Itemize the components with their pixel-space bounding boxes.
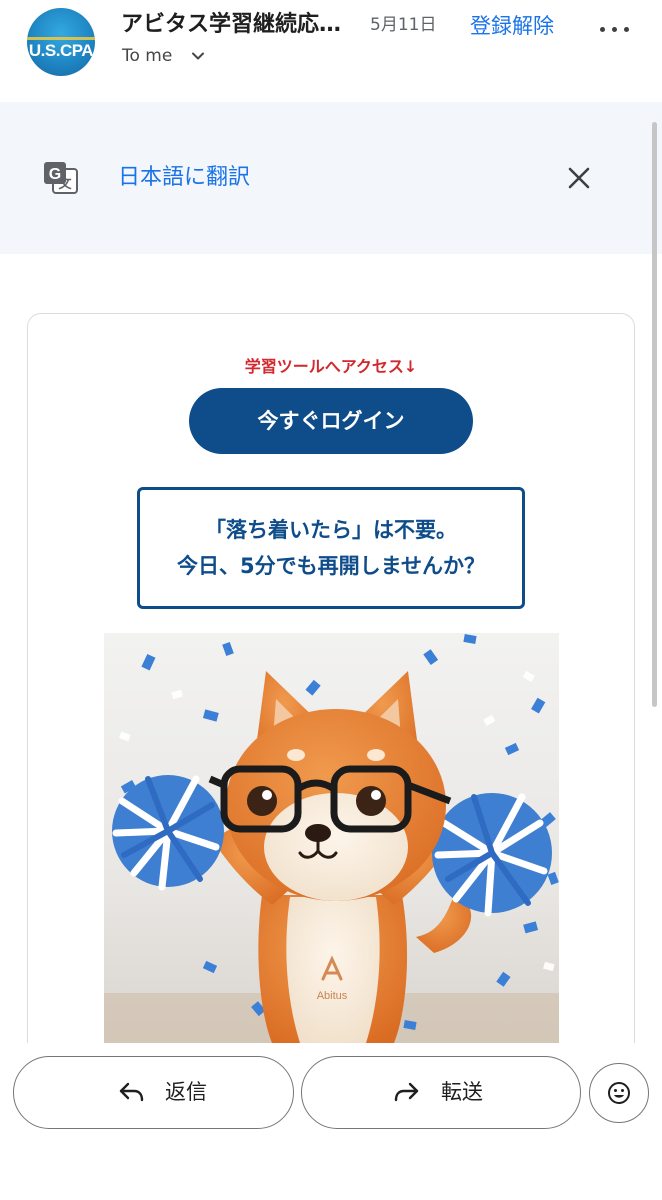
message-line-1: 「落ち着いたら」は不要。 xyxy=(205,518,457,542)
chevron-down-icon[interactable] xyxy=(190,48,206,64)
avatar-text: U.S.CPA xyxy=(28,41,94,60)
access-label: 学習ツールへアクセス↓ xyxy=(244,357,418,376)
svg-text:G: G xyxy=(49,166,61,183)
email-date: 5月11日 xyxy=(370,15,437,35)
translate-link[interactable]: 日本語に翻訳 xyxy=(118,162,250,194)
mascot-illustration: Abitus xyxy=(104,633,559,1043)
emoji-icon xyxy=(608,1082,630,1104)
scrollbar-thumb[interactable] xyxy=(652,122,657,707)
email-subject: アビタス学習継続応援メール xyxy=(121,12,361,37)
email-view: U.S.CPA アビタス学習継続応援メール 5月11日 登録解除 To me 文… xyxy=(0,0,662,1200)
message-line-2: 今日、5分でも再開しませんか？ xyxy=(177,554,485,578)
reply-icon xyxy=(119,1082,144,1102)
recipient-label[interactable]: To me xyxy=(122,43,172,69)
more-vert-icon[interactable] xyxy=(598,12,630,44)
message-box: 「落ち着いたら」は不要。 今日、5分でも再開しませんか？ xyxy=(137,487,525,609)
svg-text:Abitus: Abitus xyxy=(317,990,348,1002)
unsubscribe-link[interactable]: 登録解除 xyxy=(470,10,554,42)
login-button[interactable]: 今すぐログイン xyxy=(189,388,473,454)
forward-label: 転送 xyxy=(441,1080,483,1104)
emoji-reaction-button[interactable] xyxy=(589,1063,649,1123)
forward-icon xyxy=(394,1082,419,1102)
sender-avatar[interactable]: U.S.CPA xyxy=(27,8,95,76)
reply-button[interactable]: 返信 xyxy=(13,1056,294,1129)
close-icon[interactable] xyxy=(566,165,592,191)
google-translate-icon: 文 G xyxy=(44,162,78,194)
reply-label: 返信 xyxy=(165,1080,207,1104)
translate-bar xyxy=(0,102,662,254)
forward-button[interactable]: 転送 xyxy=(301,1056,581,1129)
